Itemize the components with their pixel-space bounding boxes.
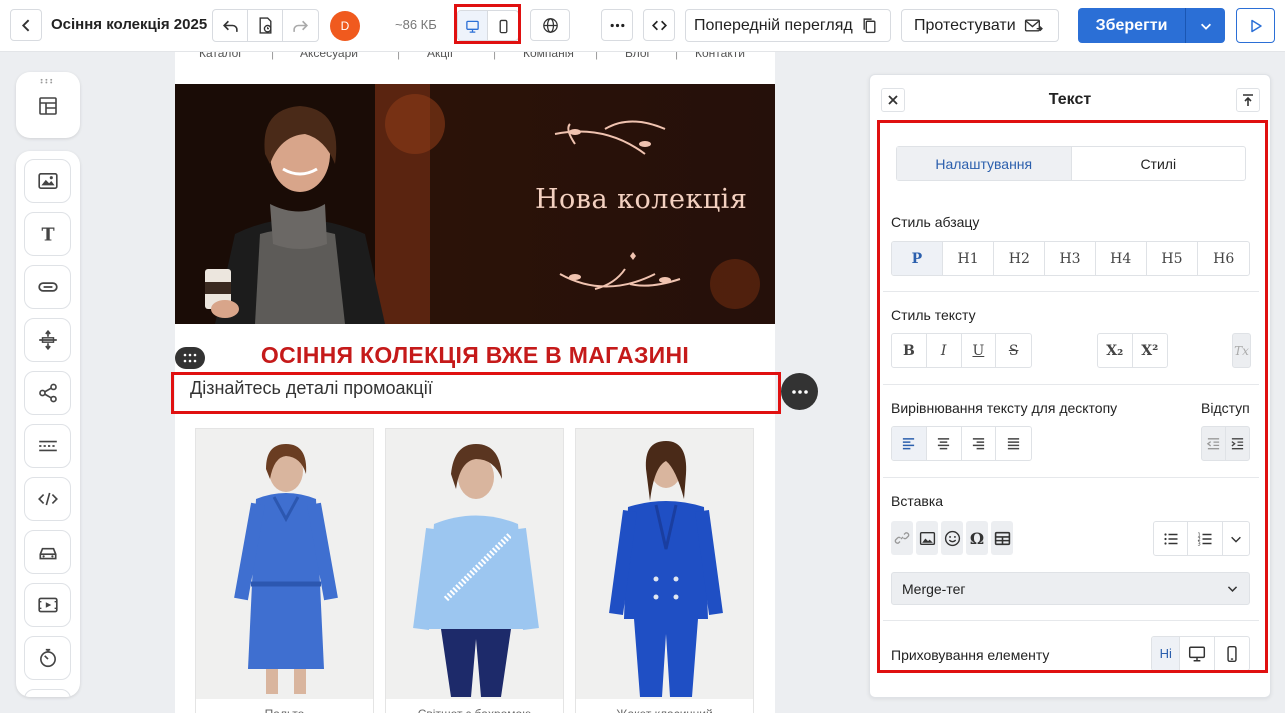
- share-icon: [38, 383, 57, 403]
- spacer-block-tool[interactable]: [24, 318, 71, 362]
- more-horizontal-icon: [610, 23, 624, 27]
- nav-item[interactable]: Блог: [625, 52, 651, 60]
- email-nav-menu: Каталог | Аксесуари | Акції | Компанія |…: [175, 52, 775, 66]
- hero-banner[interactable]: Нова колекція: [175, 84, 775, 324]
- redo-button[interactable]: [283, 10, 318, 41]
- document-history-icon: [258, 17, 272, 34]
- save-options-dropdown[interactable]: [1186, 8, 1225, 43]
- product-caption: Жакет класичний: [576, 699, 753, 713]
- more-blocks-tool[interactable]: [24, 689, 71, 697]
- svg-text:T: T: [41, 225, 54, 245]
- save-button-group: Зберегти: [1078, 8, 1225, 43]
- email-size-label: ~86 КБ: [395, 17, 437, 32]
- selected-block-highlight: [171, 372, 781, 414]
- products-row: Пальто Світшот з бахромою: [195, 428, 755, 713]
- chevron-down-icon: [1200, 23, 1211, 30]
- settings-panel-highlight: [877, 120, 1268, 673]
- back-button[interactable]: [10, 9, 42, 41]
- headline-text[interactable]: ОСІННЯ КОЛЕКЦІЯ ВЖЕ В МАГАЗИНІ: [175, 342, 775, 369]
- more-horizontal-icon: [791, 389, 808, 394]
- campaign-title[interactable]: Осіння колекція 2025: [51, 16, 207, 33]
- drag-grip-icon: [40, 78, 53, 84]
- text-icon: T: [41, 225, 54, 245]
- divider-icon: [38, 440, 57, 452]
- test-button[interactable]: Протестувати: [901, 9, 1059, 42]
- versions-button[interactable]: [248, 10, 283, 41]
- product-caption: Пальто: [196, 699, 373, 713]
- image-icon: [37, 173, 58, 189]
- panel-collapse-button[interactable]: [1236, 88, 1260, 112]
- preview-label: Попередній перегляд: [694, 16, 853, 34]
- play-icon: [1250, 19, 1262, 32]
- divider-block-tool[interactable]: [24, 424, 71, 468]
- nav-item[interactable]: Аксесуари: [300, 52, 358, 60]
- nav-item[interactable]: Каталог: [199, 52, 243, 60]
- copy-icon: [863, 18, 876, 34]
- product-card[interactable]: Жакет класичний: [575, 428, 754, 713]
- social-block-tool[interactable]: [24, 371, 71, 415]
- product-image: [234, 444, 338, 694]
- nav-item[interactable]: Контакти: [695, 52, 745, 60]
- user-avatar[interactable]: D: [330, 11, 360, 41]
- top-toolbar: Осіння колекція 2025 D ~86 КБ Попередній…: [0, 0, 1285, 52]
- chevron-left-icon: [21, 19, 29, 31]
- layout-blocks-icon: [39, 97, 57, 115]
- product-image: [609, 441, 723, 697]
- structures-panel[interactable]: [16, 72, 80, 138]
- product-card[interactable]: Світшот з бахромою: [385, 428, 564, 713]
- product-image: [413, 444, 539, 697]
- send-mail-icon: [1024, 19, 1043, 32]
- image-block-tool[interactable]: [24, 159, 71, 203]
- html-block-tool[interactable]: [24, 477, 71, 521]
- button-block-tool[interactable]: [24, 265, 71, 309]
- video-icon: [37, 597, 58, 613]
- product-card[interactable]: Пальто: [195, 428, 374, 713]
- globe-icon: [542, 17, 558, 33]
- block-drag-handle[interactable]: [175, 347, 205, 369]
- html-code-icon: [37, 492, 58, 506]
- more-options-button[interactable]: [601, 9, 633, 41]
- product-caption: Світшот з бахромою: [386, 699, 563, 713]
- video-block-tool[interactable]: [24, 583, 71, 627]
- car-icon: [38, 547, 57, 560]
- redo-icon: [293, 20, 309, 32]
- device-toggle-highlight: [454, 4, 521, 44]
- history-group: [212, 9, 319, 42]
- code-icon: [651, 20, 667, 30]
- spacer-icon: [38, 329, 57, 351]
- timer-icon: [39, 648, 56, 668]
- arrow-up-icon: [1243, 94, 1253, 106]
- block-more-button[interactable]: [781, 373, 818, 410]
- panel-title: Текст: [1048, 91, 1092, 108]
- test-label: Протестувати: [914, 16, 1016, 34]
- banner-title: Нова колекція: [535, 184, 748, 215]
- undo-button[interactable]: [213, 10, 248, 41]
- text-block-tool[interactable]: T: [24, 212, 71, 256]
- save-button[interactable]: Зберегти: [1078, 8, 1186, 43]
- nav-item[interactable]: Акції: [427, 52, 453, 60]
- button-icon: [37, 282, 58, 292]
- language-button[interactable]: [530, 9, 570, 41]
- undo-icon: [222, 20, 238, 32]
- preview-button[interactable]: Попередній перегляд: [685, 9, 891, 42]
- send-button[interactable]: [1236, 8, 1275, 43]
- code-view-button[interactable]: [643, 9, 675, 41]
- drag-grip-icon: [183, 353, 197, 363]
- amp-block-tool[interactable]: [24, 530, 71, 574]
- blocks-toolbar: T: [16, 151, 80, 697]
- timer-block-tool[interactable]: [24, 636, 71, 680]
- nav-item[interactable]: Компанія: [523, 52, 574, 60]
